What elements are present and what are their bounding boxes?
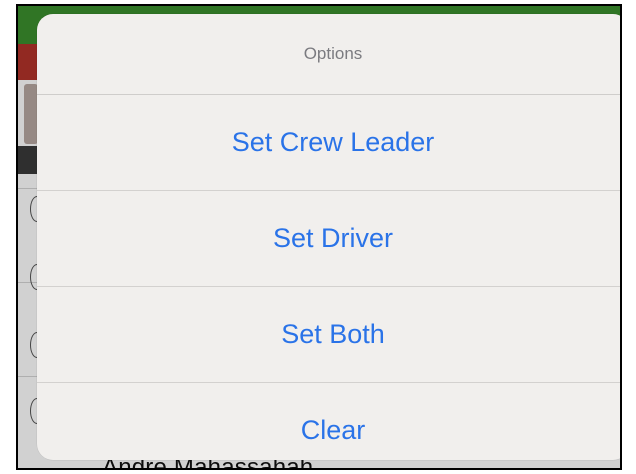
- set-driver-button[interactable]: Set Driver: [37, 191, 620, 287]
- clear-button[interactable]: Clear: [37, 383, 620, 460]
- set-crew-leader-button[interactable]: Set Crew Leader: [37, 95, 620, 191]
- options-action-sheet: Options Set Crew Leader Set Driver Set B…: [37, 14, 620, 460]
- sheet-title: Options: [37, 14, 620, 95]
- screenshot-frame: Andre Mahassahah Options Set Crew Leader…: [16, 4, 622, 470]
- set-both-button[interactable]: Set Both: [37, 287, 620, 383]
